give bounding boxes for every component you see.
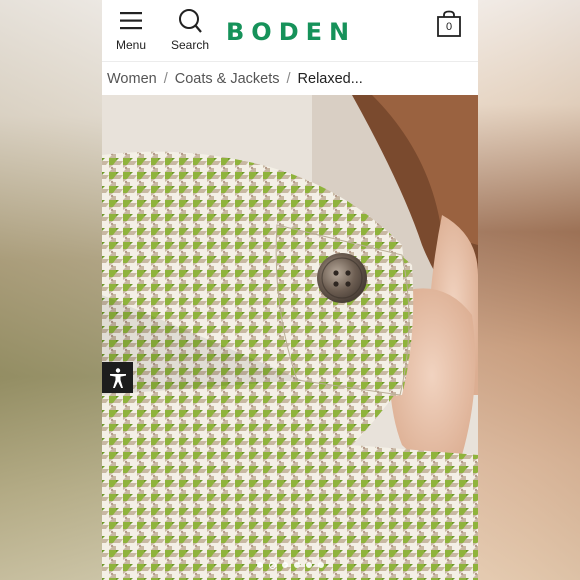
breadcrumb-separator: /	[163, 71, 168, 87]
boden-logo[interactable]: BODEN	[226, 18, 356, 46]
search-label: Search	[170, 38, 210, 52]
carousel-dot-active[interactable]	[269, 561, 276, 569]
product-image[interactable]	[102, 95, 478, 580]
breadcrumb-separator: /	[286, 71, 291, 87]
carousel-pagination	[257, 561, 324, 569]
breadcrumb-item-women[interactable]: Women	[107, 71, 157, 87]
accessibility-icon	[109, 367, 126, 388]
accessibility-button[interactable]	[102, 362, 133, 393]
mobile-page: Menu Search BODEN 0 Women / Coats & Jack…	[102, 0, 478, 580]
search-button[interactable]: Search	[166, 8, 214, 56]
product-photo	[102, 95, 478, 580]
site-header: Menu Search BODEN 0	[102, 0, 478, 62]
carousel-dot[interactable]	[257, 562, 263, 568]
background-blur-right	[478, 0, 580, 580]
carousel-dot[interactable]	[294, 562, 300, 568]
hamburger-icon	[120, 12, 142, 30]
background-blur-left	[0, 0, 102, 580]
bag-count: 0	[445, 21, 453, 33]
carousel-dot[interactable]	[282, 562, 288, 568]
breadcrumb-item-coats-jackets[interactable]: Coats & Jackets	[175, 71, 280, 87]
carousel-dot[interactable]	[306, 562, 312, 568]
menu-button[interactable]: Menu	[107, 8, 155, 56]
menu-label: Menu	[115, 38, 147, 52]
breadcrumb: Women / Coats & Jackets / Relaxed...	[102, 63, 478, 95]
breadcrumb-current: Relaxed...	[297, 71, 363, 87]
shopping-bag-button[interactable]: 0	[436, 10, 462, 38]
search-icon	[179, 9, 202, 33]
carousel-dot[interactable]	[318, 562, 324, 568]
